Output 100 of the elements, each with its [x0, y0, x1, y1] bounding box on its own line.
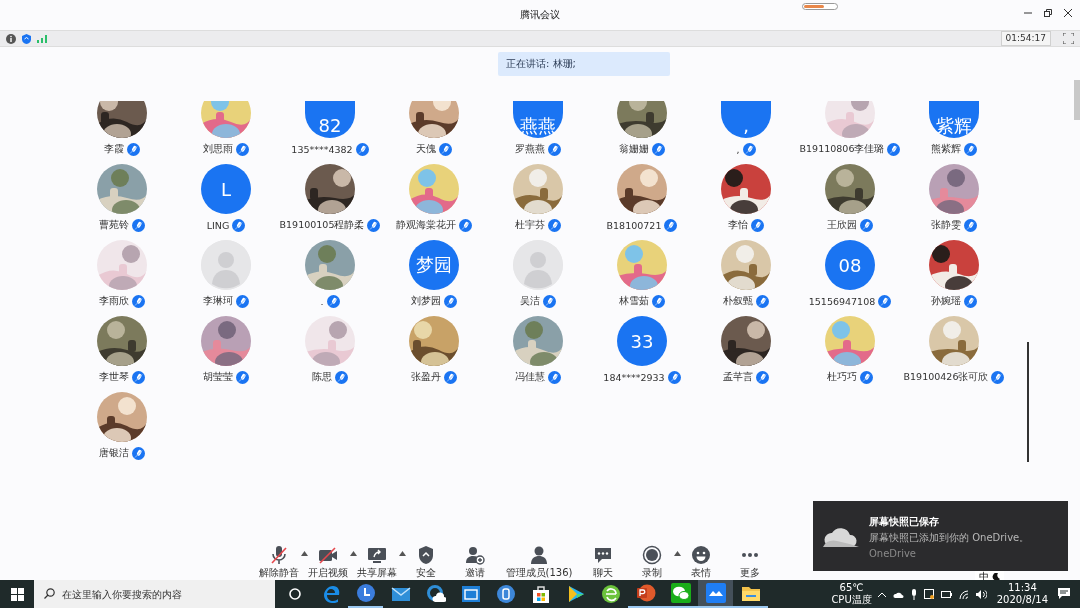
clock-time[interactable]: 11:34 [1007, 582, 1037, 594]
fullscreen-icon[interactable] [1063, 33, 1074, 44]
caret-icon[interactable] [350, 551, 357, 556]
toolbar-button[interactable]: 表情 [678, 545, 724, 580]
toolbar-button[interactable]: 管理成员(136) [501, 545, 577, 580]
microphone-icon [756, 370, 769, 384]
presentation-icon [636, 584, 655, 602]
browser-e-icon [601, 585, 620, 603]
folder-icon [741, 587, 760, 601]
disc-icon [496, 585, 515, 603]
cloud-icon[interactable] [892, 590, 904, 598]
avatar: 燕燕 [513, 101, 563, 138]
microphone-icon [326, 294, 340, 308]
person-icon [531, 546, 547, 564]
participant-name: 李雨欣 [99, 294, 129, 308]
add-person-icon [466, 547, 485, 565]
participant-name: 李世琴 [99, 370, 129, 384]
action-center-icon[interactable] [1058, 588, 1070, 600]
minimize-icon[interactable] [1024, 9, 1032, 17]
smiley-icon [692, 546, 710, 564]
cpu-temperature: 65℃ [839, 582, 864, 594]
info-icon[interactable] [6, 33, 16, 44]
moon-icon[interactable] [992, 572, 1000, 581]
microphone-icon [236, 294, 249, 308]
microphone-icon [652, 142, 665, 156]
play-icon [568, 586, 584, 602]
participant-name: B19100426张可欣 [903, 370, 989, 384]
microphone-icon [548, 142, 561, 156]
participant-name: 刘梦园 [411, 294, 441, 308]
search-field[interactable]: 在这里输入你要搜索的内容 [34, 580, 275, 608]
toolbar-button[interactable]: 开启视频 [305, 545, 351, 580]
participant-name: 135****4382 [291, 143, 353, 155]
chevron-up-icon[interactable] [877, 591, 886, 597]
chat-icon [595, 548, 611, 563]
toolbar-button[interactable]: 共享屏幕 [354, 545, 400, 580]
shield-icon[interactable] [22, 33, 31, 44]
caret-icon[interactable] [674, 551, 681, 556]
participant-name: 张盈丹 [411, 370, 441, 384]
browser-e-icon [323, 586, 339, 603]
restore-icon[interactable] [1044, 9, 1052, 17]
clock-icon [356, 584, 375, 602]
caret-icon[interactable] [301, 551, 308, 556]
participant-name: 冯佳慧 [515, 370, 545, 384]
toolbar-button[interactable]: 更多 [727, 545, 773, 580]
microphone-icon [439, 142, 452, 156]
close-icon[interactable] [1064, 9, 1072, 17]
avatar: 08 [825, 240, 875, 290]
share-screen-icon [368, 548, 386, 563]
participant-name: , [736, 143, 740, 155]
toolbar-button[interactable]: 聊天 [580, 545, 626, 580]
microphone-icon [232, 218, 246, 232]
caret-icon[interactable] [399, 551, 406, 556]
toast-notification[interactable]: 屏幕快照已保存 屏幕快照已添加到你的 OneDrive。 OneDrive [813, 501, 1068, 571]
toolbar-button[interactable]: 解除静音 [256, 545, 302, 580]
microphone-icon [860, 370, 873, 384]
wifi-icon[interactable] [958, 589, 969, 599]
status-pill-icon [802, 3, 838, 10]
participant-name: . [320, 295, 324, 307]
avatar: 33 [617, 316, 667, 366]
toolbar-button[interactable]: 邀请 [452, 545, 498, 580]
microphone-icon[interactable] [910, 588, 917, 600]
participant-name: B19100105程静柔 [279, 218, 365, 232]
speaker-icon[interactable] [975, 589, 987, 599]
battery-icon[interactable] [940, 590, 952, 598]
participant-name: 胡莹莹 [203, 370, 233, 384]
microphone-icon [132, 370, 145, 384]
toolbar-button[interactable]: 录制 [629, 545, 675, 580]
participant-name: 李琳珂 [203, 294, 233, 308]
chat-bubbles-icon [670, 583, 691, 603]
participant-name: 李怡 [728, 218, 748, 232]
microphone-icon [964, 142, 977, 156]
circle-icon[interactable] [289, 588, 301, 600]
microphone-icon [543, 294, 556, 308]
microphone-icon [355, 142, 369, 156]
windows-logo-icon[interactable] [10, 587, 24, 601]
participant-name: 天傀 [416, 142, 436, 156]
microphone-icon [964, 294, 977, 308]
microphone-icon [335, 370, 348, 384]
microphone-icon [964, 218, 977, 232]
participant-name: 罗燕燕 [515, 142, 545, 156]
store-bag-icon [532, 586, 549, 603]
speaking-indicator: 正在讲话: 林珊; [498, 52, 670, 76]
microphone-icon [756, 294, 769, 308]
participant-name: 王欣园 [827, 218, 857, 232]
app-tray-icon[interactable] [923, 589, 934, 599]
participant-name: 静观海棠花开 [396, 218, 456, 232]
clock-date[interactable]: 2020/8/14 [996, 594, 1048, 606]
microphone-icon [127, 142, 140, 156]
participant-name: 刘思雨 [203, 142, 233, 156]
avatar: , [721, 101, 771, 138]
participant-name: 林雪茹 [619, 294, 649, 308]
participant-name: 孟芊言 [723, 370, 753, 384]
avatar: L [201, 164, 251, 214]
cloud-icon [823, 525, 859, 547]
participant-name: B19110806李佳璐 [799, 142, 885, 156]
avatar: 梦园 [409, 240, 459, 290]
toolbar-button[interactable]: 安全 [403, 545, 449, 580]
participant-name: 吴洁 [520, 294, 540, 308]
participant-name: 熊紫辉 [931, 142, 961, 156]
microphone-icon [751, 218, 764, 232]
